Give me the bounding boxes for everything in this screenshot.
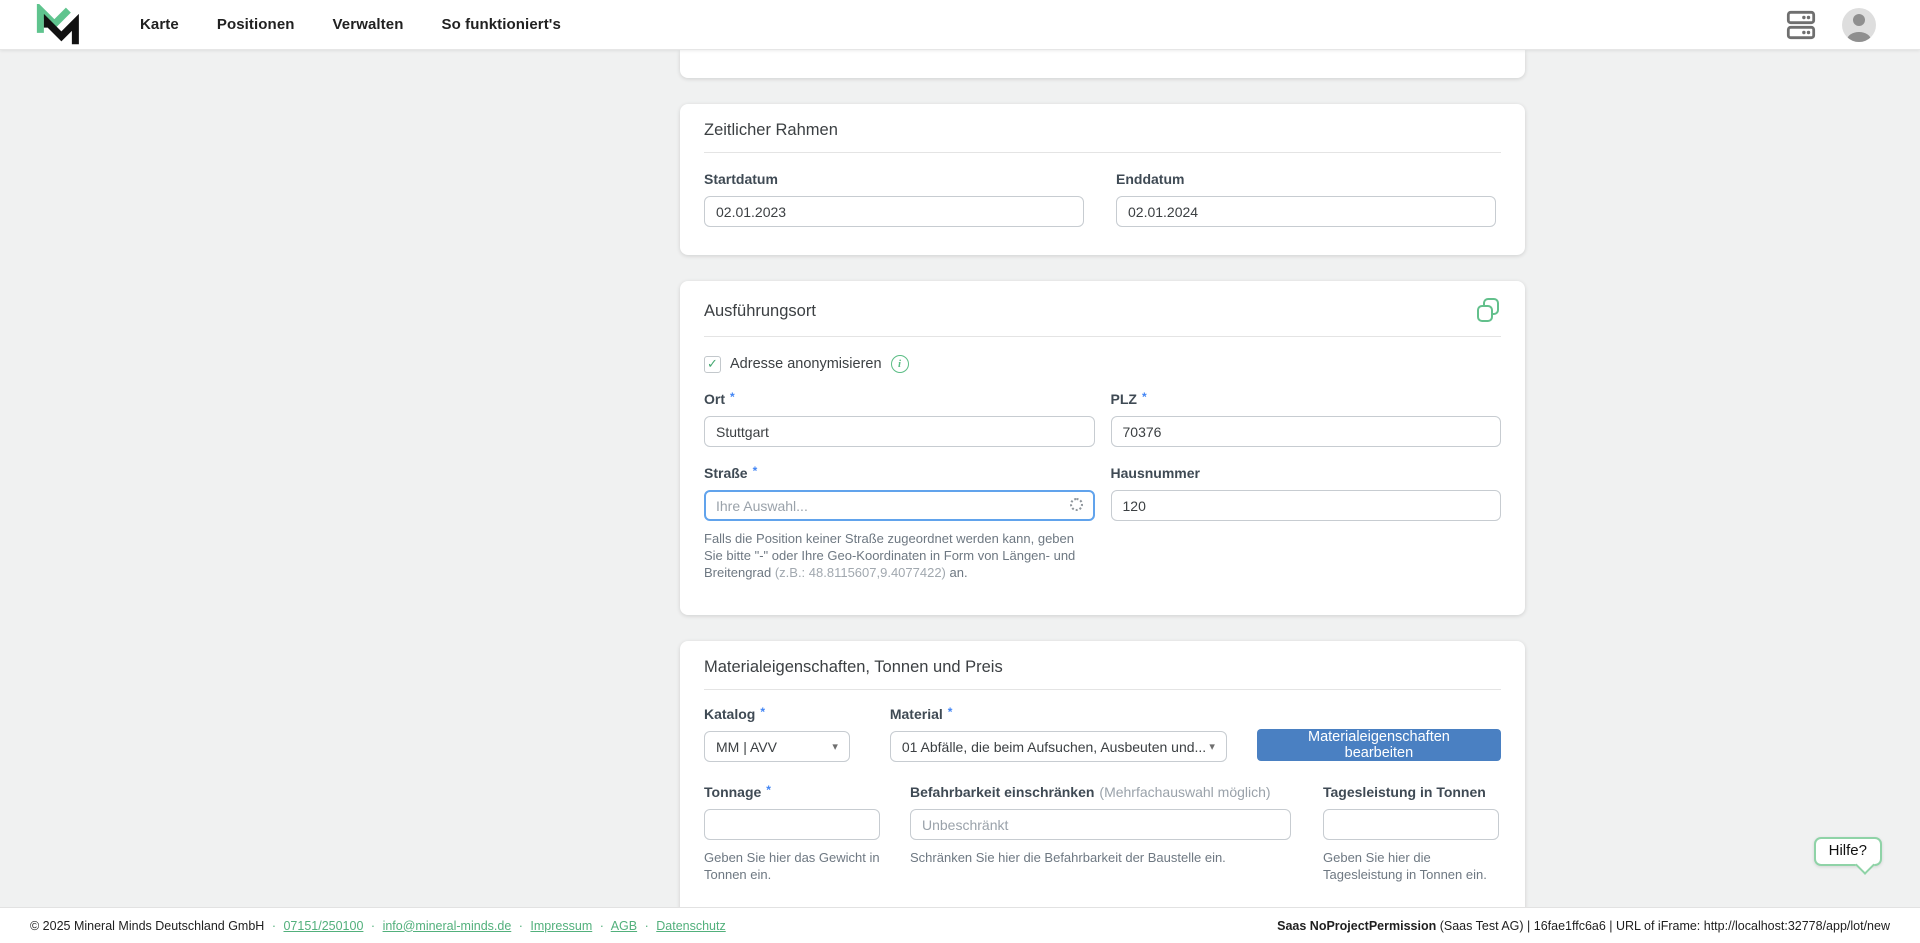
footer-right: Saas NoProjectPermission (Saas Test AG) … xyxy=(1277,919,1890,933)
footer-link-agb[interactable]: AGB xyxy=(611,919,637,933)
loading-spinner-icon xyxy=(1070,498,1083,511)
hausnummer-input[interactable] xyxy=(1111,490,1502,521)
copy-icon-front-square xyxy=(1477,305,1493,322)
footer-separator: · xyxy=(645,919,649,933)
befahrbarkeit-input[interactable] xyxy=(910,809,1291,840)
nav-item-positionen[interactable]: Positionen xyxy=(217,16,295,33)
material-select[interactable]: 01 Abfälle, die beim Aufsuchen, Ausbeute… xyxy=(890,731,1227,762)
card-zeitlicher-rahmen: Zeitlicher Rahmen Startdatum Enddatum xyxy=(680,104,1525,255)
anonymize-checkbox[interactable]: ✓ xyxy=(704,356,721,373)
strasse-combobox[interactable] xyxy=(704,490,1095,521)
ort-label: Ort* xyxy=(704,391,1095,407)
footer-link-email[interactable]: info@mineral-minds.de xyxy=(383,919,512,933)
katalog-label: Katalog* xyxy=(704,706,850,722)
required-marker: * xyxy=(730,390,735,404)
lot-form: Zeitlicher Rahmen Startdatum Enddatum Au… xyxy=(680,50,1525,943)
tagesleistung-helper-text: Geben Sie hier die Tagesleistung in Tonn… xyxy=(1323,849,1499,883)
section-title-ausfuehrungsort: Ausführungsort xyxy=(704,302,816,321)
anonymize-label: Adresse anonymisieren xyxy=(730,356,882,372)
hausnummer-label: Hausnummer xyxy=(1111,465,1502,481)
required-marker: * xyxy=(766,783,771,797)
strasse-helper-text: Falls die Position keiner Straße zugeord… xyxy=(704,530,1079,581)
ort-input[interactable] xyxy=(704,416,1095,447)
strasse-label: Straße* xyxy=(704,465,1095,481)
required-marker: * xyxy=(753,464,758,478)
katalog-select[interactable]: MM | AVV ▾ xyxy=(704,731,850,762)
startdatum-label: Startdatum xyxy=(704,171,1084,187)
user-avatar[interactable] xyxy=(1842,8,1876,42)
befahrbarkeit-label: Befahrbarkeit einschränken (Mehrfachausw… xyxy=(910,784,1291,800)
section-divider xyxy=(704,152,1501,153)
plz-label: PLZ* xyxy=(1111,391,1502,407)
mineral-minds-logo-icon[interactable] xyxy=(34,3,84,47)
section-title-material: Materialeigenschaften, Tonnen und Preis xyxy=(704,658,1501,677)
required-marker: * xyxy=(948,705,953,719)
enddatum-input[interactable] xyxy=(1116,196,1496,227)
nav-item-so-funktionierts[interactable]: So funktioniert's xyxy=(441,16,560,33)
section-divider xyxy=(704,336,1501,337)
section-title-zeitrahmen: Zeitlicher Rahmen xyxy=(704,121,1501,140)
avatar-body-icon xyxy=(1847,32,1871,42)
footer-separator: · xyxy=(519,919,523,933)
tagesleistung-input[interactable] xyxy=(1323,809,1499,840)
avatar-head-icon xyxy=(1853,14,1865,26)
required-marker: * xyxy=(760,705,765,719)
tonnage-input[interactable] xyxy=(704,809,880,840)
edit-material-properties-button[interactable]: Materialeigenschaften bearbeiten xyxy=(1257,729,1501,761)
main-nav: Karte Positionen Verwalten So funktionie… xyxy=(140,16,561,33)
footer-bar: © 2025 Mineral Minds Deutschland GmbH · … xyxy=(0,907,1920,943)
tonnage-label: Tonnage* xyxy=(704,784,880,800)
footer-link-datenschutz[interactable]: Datenschutz xyxy=(656,919,725,933)
section-divider xyxy=(704,689,1501,690)
nav-item-karte[interactable]: Karte xyxy=(140,16,179,33)
required-marker: * xyxy=(1142,390,1147,404)
nav-item-verwalten[interactable]: Verwalten xyxy=(333,16,404,33)
footer-separator: · xyxy=(272,919,276,933)
footer-link-phone[interactable]: 07151/250100 xyxy=(283,919,363,933)
previous-card-bottom xyxy=(680,50,1525,78)
plz-input[interactable] xyxy=(1111,416,1502,447)
tagesleistung-label: Tagesleistung in Tonnen xyxy=(1323,784,1499,800)
befahrbarkeit-label-hint: (Mehrfachauswahl möglich) xyxy=(1099,784,1270,800)
card-ausfuehrungsort: Ausführungsort ✓ Adresse anonymisieren i… xyxy=(680,281,1525,615)
footer-link-impressum[interactable]: Impressum xyxy=(530,919,592,933)
saas-permission-text: Saas NoProjectPermission xyxy=(1277,919,1436,933)
chevron-down-icon: ▾ xyxy=(832,740,838,753)
befahrbarkeit-helper-text: Schränken Sie hier die Befahrbarkeit der… xyxy=(910,849,1291,866)
info-icon[interactable]: i xyxy=(891,355,909,373)
startdatum-input[interactable] xyxy=(704,196,1084,227)
enddatum-label: Enddatum xyxy=(1116,171,1496,187)
footer-left: © 2025 Mineral Minds Deutschland GmbH · … xyxy=(30,919,726,933)
copyright-text: © 2025 Mineral Minds Deutschland GmbH xyxy=(30,919,264,933)
chevron-down-icon: ▾ xyxy=(1209,740,1215,753)
saas-info-text: (Saas Test AG) | 16fae1ffc6a6 | URL of i… xyxy=(1436,919,1890,933)
server-icon[interactable] xyxy=(1786,10,1816,40)
footer-separator: · xyxy=(371,919,375,933)
header-actions xyxy=(1786,8,1876,42)
copy-icon[interactable] xyxy=(1477,298,1501,324)
help-button[interactable]: Hilfe? xyxy=(1814,837,1882,866)
material-label: Material* xyxy=(890,706,1227,722)
tonnage-helper-text: Geben Sie hier das Gewicht in Tonnen ein… xyxy=(704,849,880,883)
top-navbar: Karte Positionen Verwalten So funktionie… xyxy=(0,0,1920,50)
footer-separator: · xyxy=(600,919,604,933)
card-materialeigenschaften: Materialeigenschaften, Tonnen und Preis … xyxy=(680,641,1525,943)
